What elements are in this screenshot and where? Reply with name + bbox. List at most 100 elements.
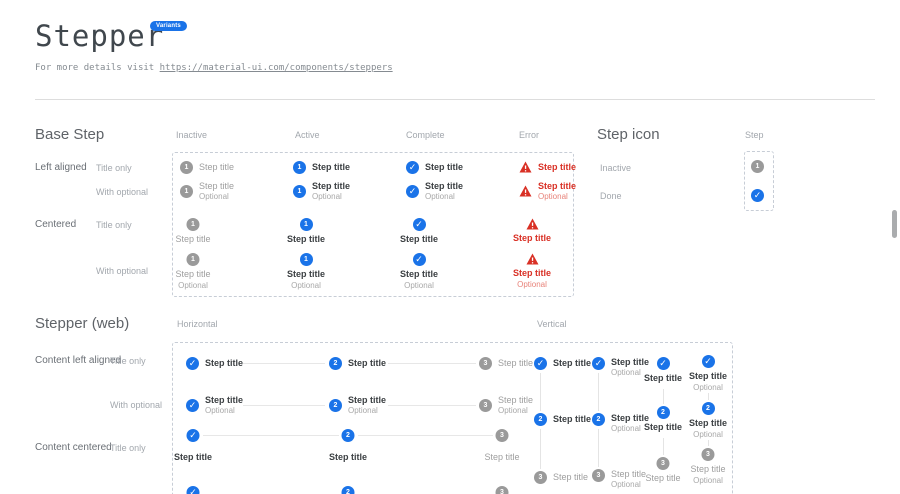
step-number-icon: 1 xyxy=(187,253,200,266)
step: 2Step title xyxy=(644,406,682,433)
step: ✓ Step title xyxy=(406,161,463,174)
step-check-icon: ✓ xyxy=(412,218,425,231)
step-optional-label: Optional xyxy=(348,406,386,416)
step-check-icon: ✓ xyxy=(656,357,669,370)
step-number-icon: 1 xyxy=(299,253,312,266)
step-check-icon: ✓ xyxy=(592,357,605,370)
step-check-icon: ✓ xyxy=(186,357,199,370)
step: 3 Step title xyxy=(645,457,680,484)
step: 2 xyxy=(342,429,355,442)
step-title: Step title xyxy=(538,181,576,192)
step-optional-label: Optional xyxy=(199,192,234,202)
step: Step title xyxy=(519,161,576,173)
step-connector xyxy=(243,363,325,364)
step: 1Step title xyxy=(287,218,325,245)
step: Step titleOptional xyxy=(519,181,576,202)
step-title: Step title xyxy=(611,469,646,480)
warning-icon xyxy=(525,253,538,265)
step: 2Step title xyxy=(329,357,386,370)
step-check-icon: ✓ xyxy=(751,189,764,202)
step-number-icon: 1 xyxy=(180,161,193,174)
step-number-icon: 3 xyxy=(657,457,670,470)
step: 3 xyxy=(496,429,509,442)
step-check-icon: ✓ xyxy=(701,355,714,368)
step: 3 Step title xyxy=(479,357,533,370)
step: 2 Step titleOptional xyxy=(329,395,386,416)
step-title: Step title xyxy=(513,268,551,279)
step-number-icon: 3 xyxy=(534,471,547,484)
step-number-icon: 2 xyxy=(329,357,342,370)
step: ✓Step titleOptional xyxy=(406,181,463,202)
step: 1 Step titleOptional xyxy=(175,253,210,291)
step-title: Step title xyxy=(484,452,519,463)
step: 3Step titleOptional xyxy=(592,469,646,490)
step-check-icon: ✓ xyxy=(534,357,547,370)
step-title: Step title xyxy=(553,472,588,483)
step-connector xyxy=(708,440,709,446)
step-connector xyxy=(388,405,476,406)
step-number-icon: 1 xyxy=(187,218,200,231)
step: 1Step titleOptional xyxy=(293,181,350,202)
step-title: Step title xyxy=(348,395,386,406)
step: 3Step titleOptional xyxy=(479,395,533,416)
step-number-icon: 2 xyxy=(329,399,342,412)
step-title: Step title xyxy=(498,358,533,369)
step: 2 xyxy=(342,486,355,494)
step-number-icon: 3 xyxy=(479,357,492,370)
step-connector xyxy=(663,438,664,455)
step-title: Step title xyxy=(689,418,727,429)
stepper-spec-page: Stepper Variants For more details visit … xyxy=(0,0,900,494)
step-title: Step title xyxy=(174,452,212,463)
step-title: Step title xyxy=(205,395,243,406)
step-number-icon: 2 xyxy=(701,402,714,415)
step-optional-label: Optional xyxy=(205,406,243,416)
step: ✓ xyxy=(187,486,200,494)
step: ✓ Step titleOptional xyxy=(186,395,243,416)
step-number-icon: 3 xyxy=(479,399,492,412)
step: ✓Step titleOptional xyxy=(400,253,438,291)
step-title: Step title xyxy=(689,371,727,382)
step: ✓ xyxy=(187,429,200,442)
step-check-icon: ✓ xyxy=(406,161,419,174)
step-connector xyxy=(540,373,541,411)
step: 1Step title xyxy=(293,161,350,174)
step: ✓Step title xyxy=(534,357,591,370)
step-optional-label: Optional xyxy=(178,281,208,291)
step-icon-inactive: 1 xyxy=(751,160,764,173)
step: 3 xyxy=(496,486,509,494)
step-title: Step title xyxy=(287,269,325,280)
step-optional-label: Optional xyxy=(693,383,723,393)
warning-icon xyxy=(525,218,538,230)
step-title: Step title xyxy=(400,269,438,280)
step-optional-label: Optional xyxy=(498,406,533,416)
step-title: Step title xyxy=(175,269,210,280)
step-title: Step title xyxy=(329,452,367,463)
warning-icon xyxy=(519,161,532,173)
step-check-icon: ✓ xyxy=(187,486,200,494)
step: 1Step title xyxy=(175,218,210,245)
step: ✓Step title xyxy=(644,357,682,384)
step-number-icon: 1 xyxy=(293,185,306,198)
step-title: Step title xyxy=(425,181,463,192)
step-number-icon: 2 xyxy=(342,486,355,494)
step-title: Step title xyxy=(312,162,350,173)
step: 2Step titleOptional xyxy=(592,413,649,434)
step-title: Step title xyxy=(645,473,680,484)
step-optional-label: Optional xyxy=(291,281,321,291)
step-number-icon: 3 xyxy=(592,469,605,482)
step-check-icon: ✓ xyxy=(186,399,199,412)
step-title: Step title xyxy=(425,162,463,173)
step-connector xyxy=(540,429,541,469)
step: 2Step titleOptional xyxy=(689,402,727,440)
scrollbar-thumb[interactable] xyxy=(892,210,897,238)
step-check-icon: ✓ xyxy=(406,185,419,198)
step-connector xyxy=(598,429,599,467)
step-number-icon: 1 xyxy=(751,160,764,173)
step-number-icon: 3 xyxy=(702,448,715,461)
step-title: Step title xyxy=(690,464,725,475)
step-number-icon: 3 xyxy=(496,429,509,442)
step-optional-label: Optional xyxy=(312,192,350,202)
step-check-icon: ✓ xyxy=(187,429,200,442)
step-optional-label: Optional xyxy=(404,281,434,291)
step-number-icon: 1 xyxy=(180,185,193,198)
